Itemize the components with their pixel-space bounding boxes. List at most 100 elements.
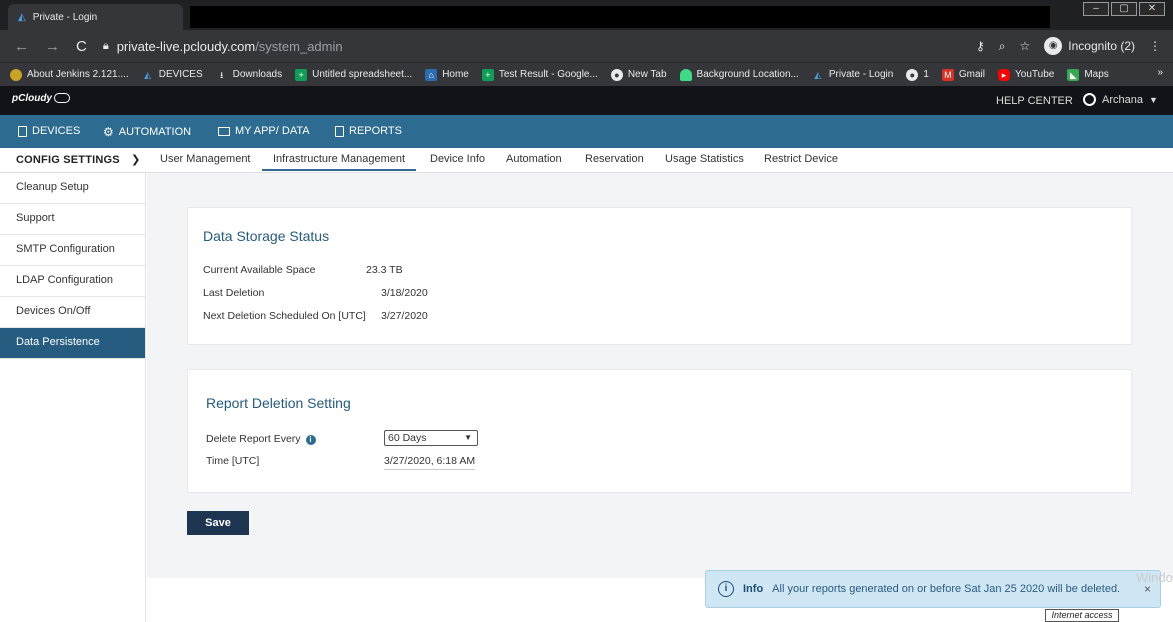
storage-row-available-space: Current Available Space 23.3 TB [203, 264, 403, 276]
tab-title: Private - Login [32, 11, 98, 23]
gmail-icon: M [941, 68, 954, 81]
sidebar-item-ldap-configuration[interactable]: LDAP Configuration [0, 266, 145, 297]
cloud-logo-icon [54, 93, 70, 104]
jenkins-icon [10, 68, 22, 81]
forward-arrow-icon[interactable]: → [45, 38, 60, 55]
bookmark-gmail[interactable]: M Gmail [941, 68, 985, 81]
incognito-label: Incognito (2) [1068, 39, 1135, 53]
zoom-icon[interactable]: ⌕ [999, 39, 1006, 54]
app-header: pCloudy HELP CENTER Archana ▼ [0, 86, 1173, 115]
pcloudy-icon: ◭ [144, 69, 152, 80]
nav-reports[interactable]: REPORTS [335, 125, 402, 137]
browser-titlebar: ◭ Private - Login – ▢ ✕ [0, 0, 1173, 30]
last-deletion-value: 3/18/2020 [381, 287, 428, 299]
nav-my-app-data[interactable]: MY APP/ DATA [218, 125, 310, 137]
document-icon [335, 125, 344, 137]
url-path: /system_admin [255, 38, 343, 54]
bookmark-maps[interactable]: ◣ Maps [1067, 68, 1109, 81]
lock-icon: 🔒︎ [102, 39, 109, 52]
help-center-link[interactable]: HELP CENTER [996, 95, 1073, 107]
sidebar-item-support[interactable]: Support [0, 204, 145, 235]
sidebar-item-cleanup-setup[interactable]: Cleanup Setup [0, 173, 145, 204]
pcloudy-logo[interactable]: pCloudy [12, 93, 70, 104]
sheets-icon: + [295, 68, 308, 81]
settings-sidebar: Cleanup Setup Support SMTP Configuration… [0, 173, 146, 622]
internet-access-tooltip: Internet access [1045, 609, 1119, 622]
incognito-indicator[interactable]: ◉ Incognito (2) [1044, 37, 1135, 55]
sheets-icon: + [481, 68, 494, 81]
kebab-menu-icon[interactable]: ⋮ [1149, 39, 1161, 53]
storage-row-next-deletion: Next Deletion Scheduled On [UTC] 3/27/20… [203, 310, 428, 322]
tab-usage-statistics[interactable]: Usage Statistics [665, 153, 744, 165]
bookmark-jenkins[interactable]: About Jenkins 2.121.... [10, 68, 129, 81]
tab-reservation[interactable]: Reservation [585, 153, 644, 165]
info-circle-icon: i [718, 581, 734, 597]
url-host: private-live.pcloudy.com [116, 38, 256, 54]
bookmark-home[interactable]: ⌂ Home [425, 68, 469, 81]
save-button[interactable]: Save [187, 511, 249, 535]
tab-device-info[interactable]: Device Info [430, 153, 485, 165]
folder-icon [218, 126, 230, 136]
bookmark-1[interactable]: ● 1 [906, 68, 929, 81]
available-space-value: 23.3 TB [366, 264, 403, 276]
pcloudy-icon: ◭ [814, 69, 822, 80]
next-deletion-value: 3/27/2020 [381, 310, 428, 322]
tab-restrict-device[interactable]: Restrict Device [764, 153, 838, 165]
delete-report-every-select[interactable]: 60 Days ▼ [384, 430, 478, 446]
window-controls: – ▢ ✕ [1083, 2, 1165, 16]
home-icon: ⌂ [425, 68, 438, 81]
tab-infrastructure-management[interactable]: Infrastructure Management [262, 153, 417, 171]
bookmark-spreadsheet[interactable]: + Untitled spreadsheet... [295, 68, 412, 81]
dropdown-arrow-icon: ▼ [464, 433, 472, 442]
storage-row-last-deletion: Last Deletion 3/18/2020 [203, 287, 428, 299]
nav-devices[interactable]: DEVICES [18, 125, 80, 137]
globe-icon: ● [906, 68, 919, 81]
redacted-bar [190, 6, 1050, 28]
config-subnav: CONFIG SETTINGS ❯ User Management Infras… [0, 148, 1173, 173]
mobile-device-icon [18, 125, 27, 137]
sidebar-item-smtp-configuration[interactable]: SMTP Configuration [0, 235, 145, 266]
toast-message: All your reports generated on or before … [772, 583, 1121, 595]
bookmark-new-tab[interactable]: ● New Tab [610, 68, 667, 81]
delete-report-every-label: Delete Report Every i [206, 433, 316, 445]
close-window-button[interactable]: ✕ [1139, 2, 1165, 16]
chevron-right-icon: ❯ [131, 154, 141, 166]
url-field[interactable]: 🔒︎ private-live.pcloudy.com/system_admin [103, 39, 343, 54]
minimize-button[interactable]: – [1083, 2, 1109, 16]
info-icon[interactable]: i [305, 435, 316, 445]
tab-user-management[interactable]: User Management [160, 153, 251, 165]
download-icon: ⭳ [220, 69, 224, 80]
reload-icon[interactable]: C [76, 38, 87, 55]
sidebar-item-devices-on-off[interactable]: Devices On/Off [0, 297, 145, 328]
pcloudy-favicon-icon: ◭ [18, 11, 26, 23]
bookmark-youtube[interactable]: ▸ YouTube [998, 68, 1054, 81]
report-deletion-setting-card: Report Deletion Setting Delete Report Ev… [187, 369, 1132, 493]
bookmark-test-result[interactable]: + Test Result - Google... [481, 68, 598, 81]
nav-automation[interactable]: ⚙ AUTOMATION [103, 125, 191, 139]
youtube-icon: ▸ [998, 68, 1011, 81]
star-icon[interactable]: ☆ [1020, 39, 1031, 53]
android-icon [679, 68, 692, 81]
user-menu[interactable]: Archana ▼ [1083, 93, 1158, 106]
key-icon[interactable]: ⚷ [976, 39, 985, 53]
bookmark-private-login[interactable]: ◭ Private - Login [812, 69, 893, 81]
data-storage-status-card: Data Storage Status Current Available Sp… [187, 207, 1132, 345]
windows-watermark: Windo [1136, 570, 1173, 585]
bookmark-devices[interactable]: ◭ DEVICES [142, 69, 202, 81]
report-deletion-setting-title: Report Deletion Setting [206, 395, 351, 411]
main-content: Data Storage Status Current Available Sp… [147, 173, 1173, 578]
back-arrow-icon[interactable]: ← [14, 38, 29, 55]
data-storage-status-title: Data Storage Status [203, 228, 330, 244]
incognito-icon: ◉ [1044, 37, 1063, 55]
user-avatar-icon [1083, 93, 1096, 106]
bookmark-downloads[interactable]: ⭳ Downloads [216, 69, 282, 81]
sidebar-item-data-persistence[interactable]: Data Persistence [0, 328, 145, 359]
gears-icon: ⚙ [103, 125, 114, 139]
main-nav: DEVICES ⚙ AUTOMATION MY APP/ DATA REPORT… [0, 115, 1173, 148]
browser-tab[interactable]: ◭ Private - Login [8, 4, 183, 30]
tab-automation[interactable]: Automation [506, 153, 562, 165]
info-toast: i Info All your reports generated on or … [705, 570, 1161, 608]
maximize-button[interactable]: ▢ [1111, 2, 1137, 16]
bookmarks-more-icon[interactable]: » [1157, 67, 1163, 78]
bookmark-background-location[interactable]: Background Location... [679, 68, 799, 81]
